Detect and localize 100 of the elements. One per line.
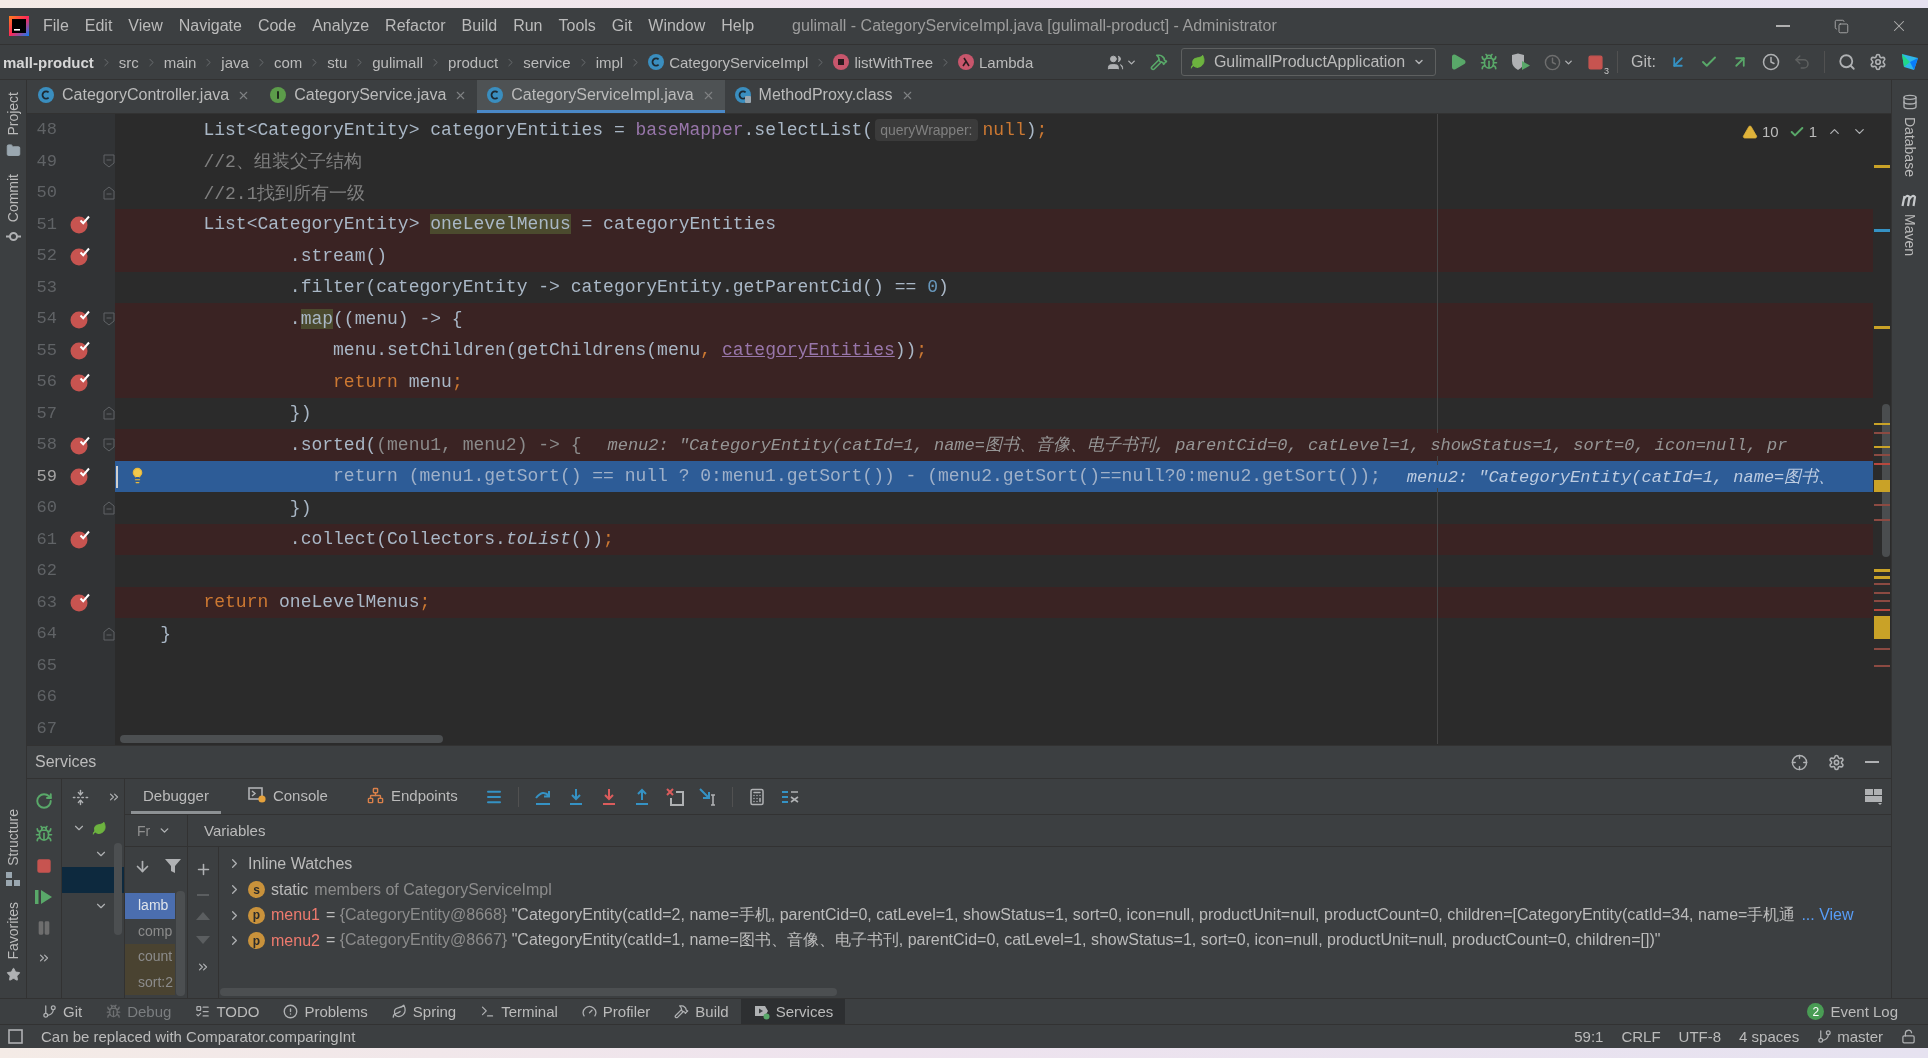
fold-marker-icon[interactable] — [103, 185, 115, 200]
filter-icon[interactable] — [165, 858, 181, 874]
vertical-scrollbar[interactable] — [114, 843, 122, 935]
square-icon[interactable] — [8, 1029, 23, 1044]
encoding-widget[interactable]: UTF-8 — [1678, 1028, 1722, 1045]
breadcrumb-item[interactable]: Lambda — [955, 51, 1037, 73]
run-to-cursor-icon[interactable] — [698, 787, 717, 806]
indent-widget[interactable]: 4 spaces — [1739, 1028, 1800, 1045]
menu-item[interactable]: Refactor — [377, 13, 454, 39]
fold-marker-icon[interactable] — [103, 406, 115, 421]
search-icon[interactable] — [1838, 53, 1856, 71]
editor-tab[interactable]: MethodProxy.class — [724, 80, 924, 113]
tool-window-button[interactable]: Database — [1902, 94, 1918, 177]
pause-icon[interactable] — [36, 920, 52, 936]
caret-position[interactable]: 59:1 — [1574, 1028, 1604, 1045]
menu-item[interactable]: Run — [505, 13, 551, 39]
coverage-icon[interactable] — [1511, 53, 1532, 71]
settings-icon[interactable] — [1828, 753, 1845, 771]
menu-item[interactable]: View — [120, 13, 171, 39]
breadcrumb-item[interactable]: src — [115, 51, 142, 73]
breadcrumb-item[interactable]: com — [270, 51, 306, 73]
menu-item[interactable]: Analyze — [304, 13, 378, 39]
app-logo-icon[interactable] — [9, 16, 29, 36]
breadcrumb-item[interactable]: listWithTree — [830, 51, 937, 73]
user-menu-button[interactable] — [1106, 53, 1137, 71]
menu-item[interactable]: Code — [249, 13, 305, 39]
menu-item[interactable]: Git — [603, 13, 641, 39]
frame-item[interactable]: comp — [125, 918, 175, 944]
view-link[interactable]: ... View — [1801, 906, 1854, 925]
menu-item[interactable]: Tools — [550, 13, 604, 39]
debug-icon[interactable] — [1480, 53, 1499, 71]
vertical-scrollbar[interactable] — [176, 891, 185, 996]
more-icon[interactable] — [37, 951, 51, 965]
debugger-tab[interactable]: Debugger — [131, 779, 221, 814]
debugger-tab[interactable]: Endpoints — [354, 779, 470, 814]
rerun-icon[interactable] — [35, 792, 53, 810]
tool-window-tab[interactable]: Terminal — [468, 999, 570, 1024]
menu-item[interactable]: Edit — [76, 13, 121, 39]
tool-window-button[interactable]: Structure — [5, 808, 21, 887]
run-configuration-dropdown[interactable]: GulimallProductApplication — [1180, 48, 1437, 76]
editor-tab[interactable]: CategoryController.java — [28, 80, 261, 113]
more-icon[interactable] — [196, 960, 210, 974]
tool-window-tab[interactable]: Services — [740, 999, 846, 1024]
stop-icon[interactable] — [36, 858, 52, 874]
frame-item[interactable]: lamb — [125, 893, 175, 919]
debug-icon[interactable] — [35, 825, 53, 843]
breakpoint-icon[interactable] — [70, 592, 90, 613]
calculator-icon[interactable] — [747, 787, 766, 806]
debugger-tab[interactable]: Console — [235, 779, 340, 814]
run-icon[interactable] — [1449, 53, 1468, 71]
frames-dropdown[interactable]: Fr — [137, 822, 172, 839]
crosshair-icon[interactable] — [1791, 753, 1808, 771]
horizontal-scrollbar[interactable] — [220, 988, 837, 996]
lock-icon[interactable] — [1901, 1029, 1916, 1044]
breakpoint-icon[interactable] — [70, 308, 90, 329]
hammer-icon[interactable] — [1149, 53, 1168, 71]
breakpoint-icon[interactable] — [70, 340, 90, 361]
drop-frame-icon[interactable] — [665, 787, 684, 806]
menu-item[interactable]: Build — [453, 13, 506, 39]
breakpoint-icon[interactable] — [70, 529, 90, 550]
breadcrumb-item[interactable]: service — [520, 51, 574, 73]
history-icon[interactable] — [1762, 53, 1780, 71]
menu-item[interactable]: Help — [713, 13, 763, 39]
tool-window-button[interactable]: Commit — [5, 173, 21, 244]
tool-window-tab[interactable]: Git — [30, 999, 95, 1024]
breadcrumb-item[interactable]: gulimall — [369, 51, 427, 73]
warning-count[interactable]: 10 — [1741, 123, 1779, 140]
breadcrumb-item[interactable]: java — [218, 51, 252, 73]
editor-tab[interactable]: CategoryServiceImpl.java — [477, 80, 725, 113]
event-log-button[interactable]: 2 Event Log — [1807, 1003, 1898, 1020]
stop-icon[interactable] — [1587, 53, 1605, 71]
frame-item[interactable]: count — [125, 944, 175, 970]
breadcrumb-item[interactable]: product — [445, 51, 502, 73]
breadcrumb-item[interactable]: impl — [592, 51, 627, 73]
git-branch-widget[interactable]: master — [1817, 1028, 1883, 1045]
fold-marker-icon[interactable] — [103, 437, 115, 452]
profiler-menu-button[interactable] — [1544, 53, 1575, 71]
tool-window-button[interactable]: Favorites — [5, 902, 21, 982]
tool-window-tab[interactable]: TODO — [183, 999, 272, 1024]
resume-icon[interactable] — [35, 889, 53, 905]
breadcrumb-item[interactable]: main — [160, 51, 200, 73]
tool-window-button[interactable]: Project — [5, 92, 21, 158]
breadcrumb-item[interactable]: stu — [324, 51, 351, 73]
breakpoint-icon[interactable] — [70, 434, 90, 455]
editor-tab[interactable]: CategoryService.java — [260, 80, 478, 113]
tool-window-tab[interactable]: Spring — [379, 999, 469, 1024]
fold-marker-icon[interactable] — [103, 500, 115, 515]
breakpoint-icon[interactable] — [70, 466, 90, 487]
passed-count[interactable]: 1 — [1788, 123, 1817, 140]
menu-item[interactable]: File — [35, 13, 77, 39]
logo-icon[interactable] — [1900, 52, 1920, 72]
tool-window-button[interactable]: Maven — [1901, 192, 1919, 256]
fold-marker-icon[interactable] — [103, 311, 115, 326]
more-icon[interactable] — [107, 790, 121, 804]
tool-window-tab[interactable]: Profiler — [569, 999, 663, 1024]
breakpoint-icon[interactable] — [70, 245, 90, 266]
breadcrumb-item[interactable]: mall-product — [0, 51, 97, 73]
breakpoint-icon[interactable] — [70, 371, 90, 392]
fold-marker-icon[interactable] — [103, 154, 115, 169]
layout-icon[interactable] — [1865, 788, 1883, 805]
